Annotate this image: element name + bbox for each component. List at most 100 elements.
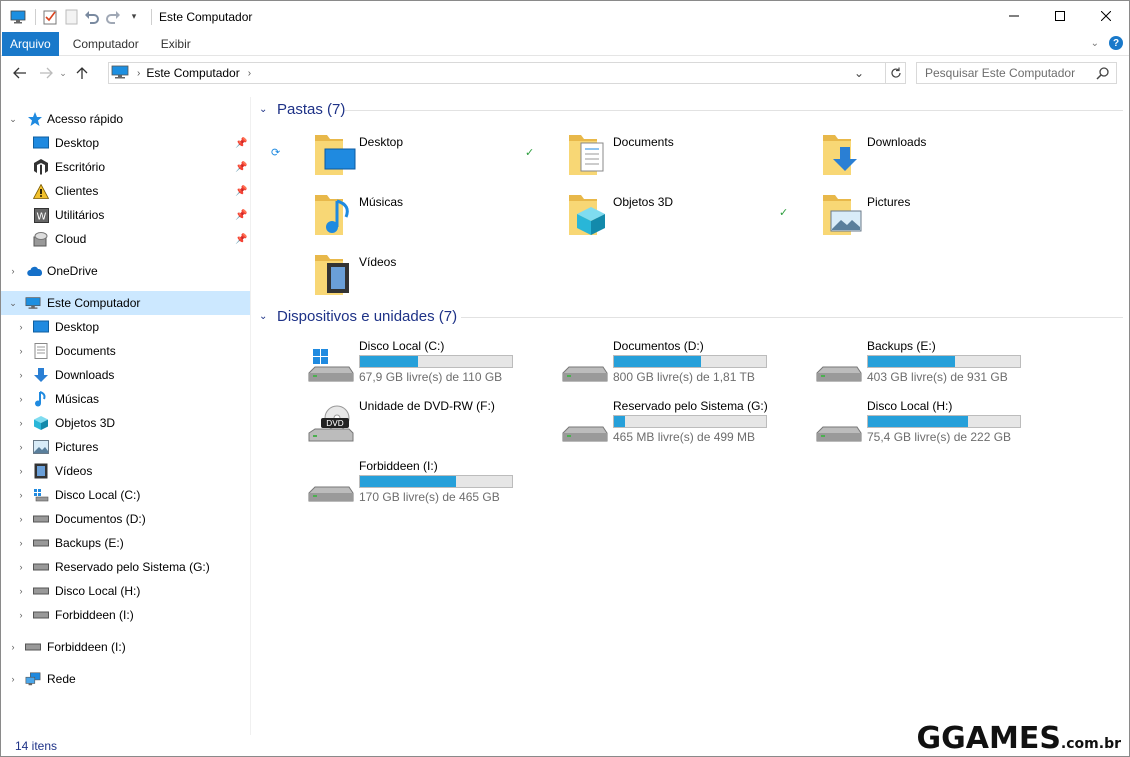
nav-pc-forbiddeen-i[interactable]: › Forbiddeen (I:) <box>1 603 250 627</box>
nav-pc-objetos-3d[interactable]: › Objetos 3D <box>1 411 250 435</box>
nav-quick-cloud[interactable]: Cloud 📌 <box>1 227 250 251</box>
refresh-button[interactable] <box>886 62 906 84</box>
hard-drive-icon <box>562 366 608 382</box>
redo-icon[interactable] <box>104 8 122 26</box>
pin-icon[interactable]: 📌 <box>235 210 247 221</box>
breadcrumb-arrow-icon[interactable]: › <box>248 68 251 79</box>
expand-chevron-icon[interactable]: › <box>15 417 27 429</box>
nav-pc-disco-c[interactable]: › Disco Local (C:) <box>1 483 250 507</box>
nav-quick-escritorio[interactable]: Escritório 📌 <box>1 155 250 179</box>
expand-chevron-icon[interactable]: › <box>15 345 27 357</box>
nav-pc-documentos-d[interactable]: › Documentos (D:) <box>1 507 250 531</box>
expand-ribbon-icon[interactable]: ⌄ <box>1091 38 1099 49</box>
nav-pc-disco-h[interactable]: › Disco Local (H:) <box>1 579 250 603</box>
search-input[interactable]: Pesquisar Este Computador <box>916 62 1117 84</box>
expand-chevron-icon[interactable]: › <box>15 537 27 549</box>
nav-label: Este Computador <box>47 296 141 310</box>
expand-chevron-icon[interactable]: › <box>15 465 27 477</box>
drive-usage-bar <box>613 355 767 368</box>
expand-chevron-icon[interactable]: › <box>15 489 27 501</box>
expand-chevron-icon[interactable]: › <box>15 561 27 573</box>
nav-quick-utilitarios[interactable]: W Utilitários 📌 <box>1 203 250 227</box>
pin-icon[interactable]: 📌 <box>235 234 247 245</box>
address-dropdown-icon[interactable]: ⌄ <box>851 63 867 83</box>
folder-videos[interactable]: Vídeos <box>313 251 563 303</box>
drive-tile[interactable]: Backups (E:) 403 GB livre(s) de 931 GB <box>815 339 1045 395</box>
recent-locations-button[interactable]: ⌄ <box>57 62 69 84</box>
nav-quick-access[interactable]: ⌄ Acesso rápido <box>1 107 250 131</box>
forward-button[interactable] <box>35 62 57 84</box>
nav-pc-musicas[interactable]: › Músicas <box>1 387 250 411</box>
film-icon <box>33 463 49 479</box>
search-icon[interactable] <box>1096 66 1110 83</box>
undo-icon[interactable] <box>83 8 101 26</box>
folder-pictures[interactable]: Pictures <box>821 191 1071 243</box>
expand-chevron-icon[interactable]: › <box>15 513 27 525</box>
nav-pc-downloads[interactable]: › Downloads <box>1 363 250 387</box>
nav-pc-backups-e[interactable]: › Backups (E:) <box>1 531 250 555</box>
drive-tile[interactable]: Reservado pelo Sistema (G:) 465 MB livre(… <box>561 399 791 455</box>
drive-tile[interactable]: Forbiddeen (I:) 170 GB livre(s) de 465 GB <box>307 459 537 515</box>
close-button[interactable] <box>1083 1 1129 31</box>
computer-icon <box>111 65 129 82</box>
windows-drive-icon <box>33 487 49 503</box>
nav-pc-pictures[interactable]: › Pictures <box>1 435 250 459</box>
expand-chevron-icon[interactable]: › <box>7 641 19 653</box>
nav-rede[interactable]: › Rede <box>1 667 250 691</box>
back-button[interactable] <box>9 62 31 84</box>
collapse-chevron-icon[interactable]: ⌄ <box>7 113 19 125</box>
collapse-chevron-icon[interactable]: ⌄ <box>259 311 271 322</box>
pin-icon[interactable]: 📌 <box>235 162 247 173</box>
nav-quick-desktop[interactable]: Desktop 📌 <box>1 131 250 155</box>
new-folder-icon[interactable] <box>62 8 80 26</box>
nav-quick-clientes[interactable]: Clientes 📌 <box>1 179 250 203</box>
folder-documents[interactable]: Documents <box>567 131 817 183</box>
expand-chevron-icon[interactable]: › <box>15 441 27 453</box>
properties-icon[interactable] <box>41 8 59 26</box>
drive-tile[interactable]: DVD Unidade de DVD-RW (F:) <box>307 399 537 455</box>
customize-toolbar-icon[interactable]: ▾ <box>125 8 143 26</box>
drive-tile[interactable]: Disco Local (H:) 75,4 GB livre(s) de 222 … <box>815 399 1045 455</box>
minimize-button[interactable] <box>991 1 1037 31</box>
expand-chevron-icon[interactable]: › <box>15 393 27 405</box>
breadcrumb-arrow-icon[interactable]: › <box>137 68 140 79</box>
folder-downloads[interactable]: Downloads <box>821 131 1071 183</box>
tab-arquivo[interactable]: Arquivo <box>2 31 59 56</box>
computer-icon <box>9 8 27 26</box>
maximize-button[interactable] <box>1037 1 1083 31</box>
expand-chevron-icon[interactable]: › <box>15 321 27 333</box>
nav-pc-reservado-g[interactable]: › Reservado pelo Sistema (G:) <box>1 555 250 579</box>
nav-este-computador[interactable]: ⌄ Este Computador <box>1 291 250 315</box>
up-button[interactable] <box>71 62 93 84</box>
tab-exibir[interactable]: Exibir <box>153 32 199 56</box>
address-bar[interactable]: › Este Computador › ⌄ <box>108 62 886 84</box>
expand-chevron-icon[interactable]: › <box>15 609 27 621</box>
picture-icon <box>33 439 49 455</box>
nav-onedrive[interactable]: › OneDrive <box>1 259 250 283</box>
drive-tile[interactable]: Disco Local (C:) 67,9 GB livre(s) de 110 … <box>307 339 537 395</box>
folder-musicas[interactable]: Músicas <box>313 191 563 243</box>
tab-computador[interactable]: Computador <box>65 32 147 56</box>
expand-chevron-icon[interactable]: › <box>15 585 27 597</box>
collapse-chevron-icon[interactable]: ⌄ <box>7 297 19 309</box>
drive-tile[interactable]: Documentos (D:) 800 GB livre(s) de 1,81 T… <box>561 339 791 395</box>
toolbar-separator <box>35 8 36 25</box>
drive-name: Documentos (D:) <box>613 339 704 353</box>
expand-chevron-icon[interactable]: › <box>15 369 27 381</box>
pin-icon[interactable]: 📌 <box>235 138 247 149</box>
group-header-dispositivos[interactable]: ⌄ Dispositivos e unidades (7) <box>259 308 457 325</box>
group-header-pastas[interactable]: ⌄ Pastas (7) <box>259 101 345 118</box>
breadcrumb-este-computador[interactable]: Este Computador <box>146 66 239 80</box>
collapse-chevron-icon[interactable]: ⌄ <box>259 104 271 115</box>
nav-forbiddeen-i[interactable]: › Forbiddeen (I:) <box>1 635 250 659</box>
nav-pc-desktop[interactable]: › Desktop <box>1 315 250 339</box>
group-divider <box>461 317 1123 318</box>
pin-icon[interactable]: 📌 <box>235 186 247 197</box>
expand-chevron-icon[interactable]: › <box>7 265 19 277</box>
drive-free-space: 75,4 GB livre(s) de 222 GB <box>867 430 1012 444</box>
drive-usage-fill <box>868 416 969 427</box>
nav-pc-videos[interactable]: › Vídeos <box>1 459 250 483</box>
expand-chevron-icon[interactable]: › <box>7 673 19 685</box>
nav-pc-documents[interactable]: › Documents <box>1 339 250 363</box>
help-icon[interactable]: ? <box>1109 36 1123 50</box>
